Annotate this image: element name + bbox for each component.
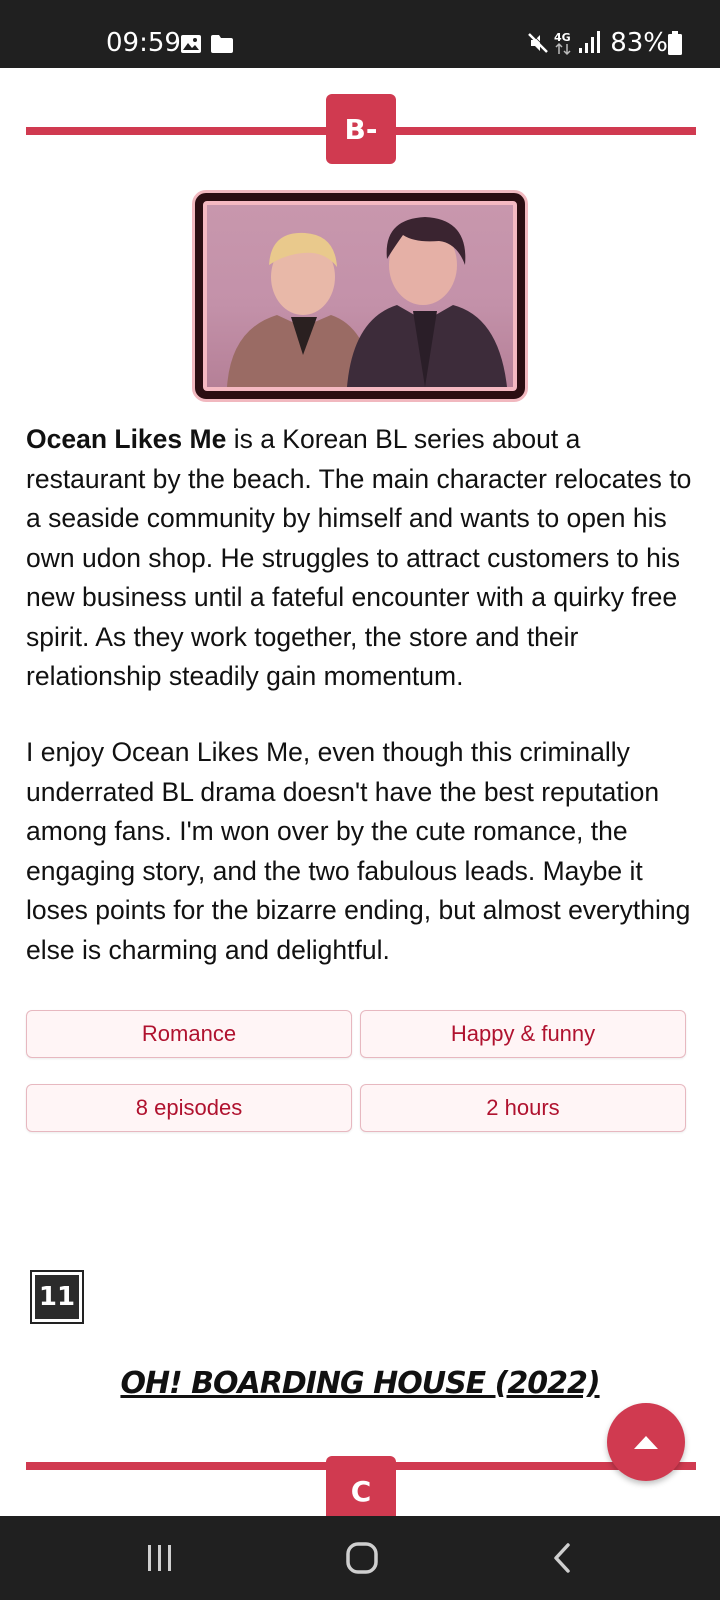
drama-still-frame bbox=[192, 190, 528, 402]
mute-icon bbox=[528, 32, 549, 53]
drama-still-image bbox=[203, 201, 517, 391]
recent-apps-icon bbox=[148, 1545, 171, 1571]
back-icon bbox=[554, 1543, 570, 1573]
back-button[interactable] bbox=[532, 1536, 592, 1580]
home-button[interactable] bbox=[332, 1536, 392, 1580]
network-4g-icon: 4G bbox=[554, 31, 571, 56]
arrow-up-icon bbox=[634, 1436, 658, 1449]
grade-badge-next: C bbox=[326, 1456, 396, 1516]
rank-number: 11 bbox=[35, 1275, 79, 1319]
system-nav-bar bbox=[0, 1516, 720, 1600]
review-paragraph-2: I enjoy Ocean Likes Me, even though this… bbox=[26, 737, 691, 965]
review-paragraph-1-text: is a Korean BL series about a restaurant… bbox=[26, 424, 692, 691]
tag-mood[interactable]: Happy & funny bbox=[360, 1010, 686, 1058]
image-icon bbox=[181, 35, 201, 53]
tag-episodes[interactable]: 8 episodes bbox=[26, 1084, 352, 1132]
scroll-to-top-button[interactable] bbox=[607, 1403, 685, 1481]
article-content: B- Ocean Likes Me is a Korean BL series … bbox=[0, 68, 720, 1516]
tag-genre[interactable]: Romance bbox=[26, 1010, 352, 1058]
battery-percent: 83% bbox=[610, 28, 668, 58]
rank-number-box: 11 bbox=[30, 1270, 84, 1324]
status-bar: 09:59 4G 83% bbox=[0, 0, 720, 68]
drama-title: Ocean Likes Me bbox=[26, 424, 227, 454]
review-paragraph-1: Ocean Likes Me is a Korean BL series abo… bbox=[26, 420, 696, 697]
next-drama-title-link[interactable]: OH! BOARDING HOUSE (2022) bbox=[0, 1366, 720, 1401]
tag-duration[interactable]: 2 hours bbox=[360, 1084, 686, 1132]
recent-apps-button[interactable] bbox=[130, 1536, 190, 1580]
home-icon bbox=[346, 1542, 378, 1574]
folder-icon bbox=[211, 35, 233, 53]
signal-icon bbox=[579, 31, 600, 53]
grade-badge: B- bbox=[326, 94, 396, 164]
svg-text:4G: 4G bbox=[554, 31, 571, 44]
battery-icon bbox=[668, 31, 682, 55]
status-time: 09:59 bbox=[106, 28, 181, 58]
